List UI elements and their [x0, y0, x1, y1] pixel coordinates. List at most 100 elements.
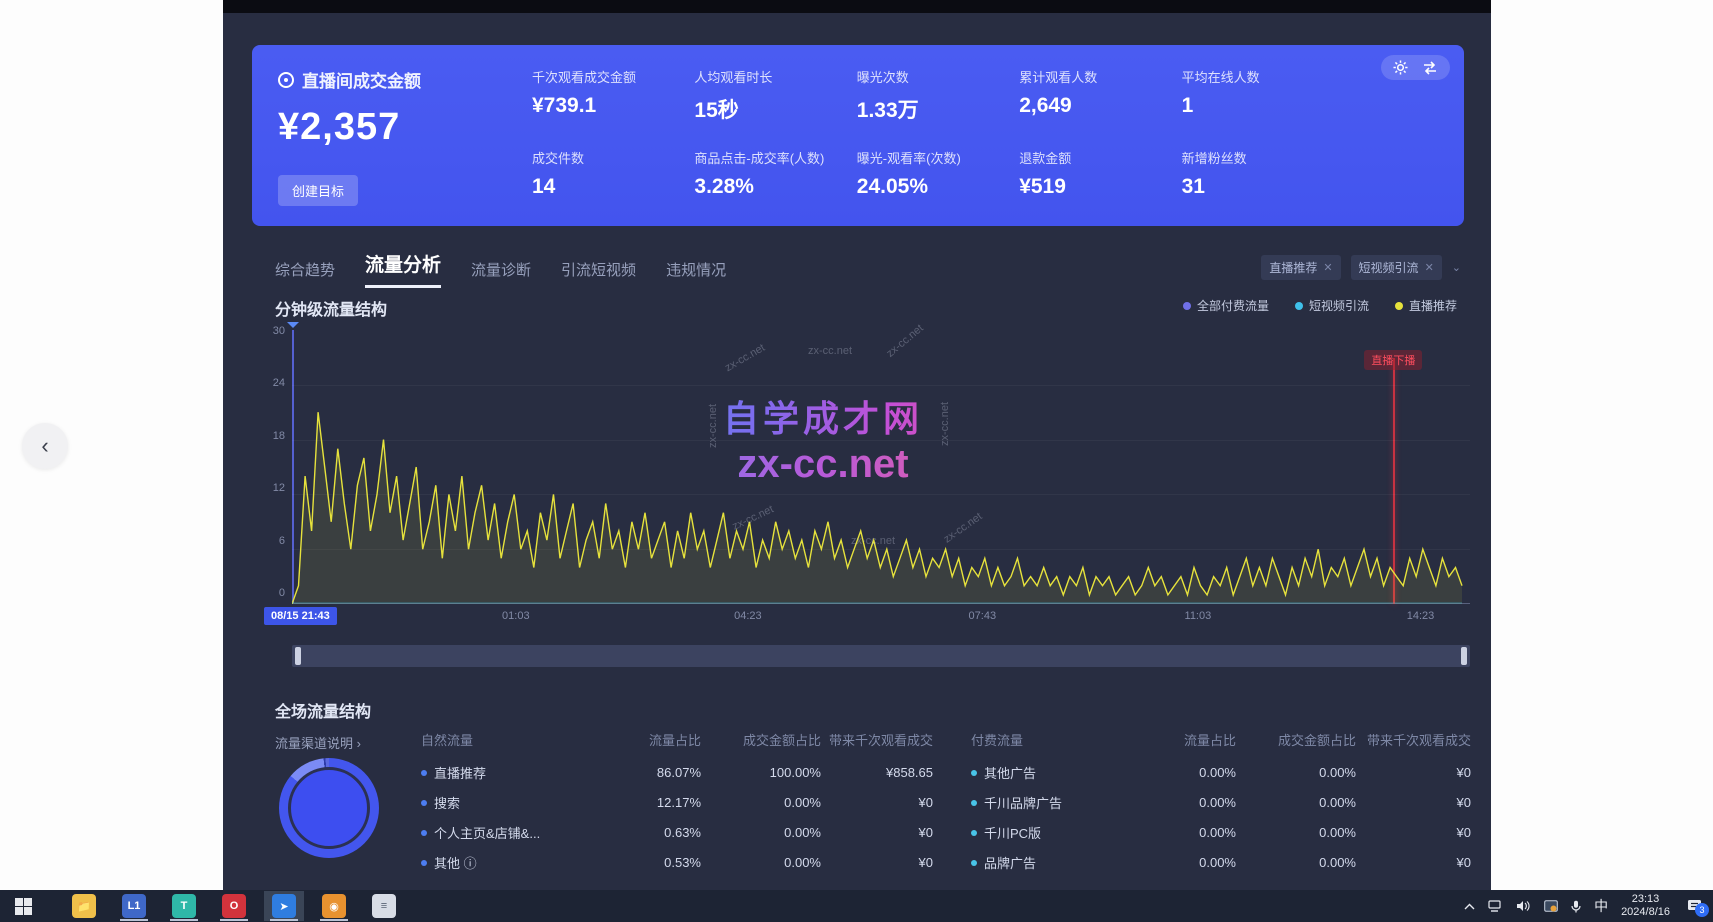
- channel-name-cell: 千川品牌广告: [971, 793, 1131, 812]
- gmv-share-cell: 0.00%: [1236, 795, 1356, 810]
- app-orange-taskbar-icon[interactable]: ◉: [314, 891, 354, 921]
- gpm-cell: ¥0: [1356, 855, 1471, 870]
- table-row: 直播推荐86.07%100.00%¥858.65: [421, 763, 933, 782]
- gear-icon[interactable]: [1393, 60, 1408, 75]
- app-pointer-glyph: ➤: [272, 894, 296, 918]
- metric-value: 31: [1182, 175, 1344, 199]
- y-tick-label: 12: [261, 482, 285, 494]
- start-button[interactable]: [0, 890, 46, 922]
- datazoom-slider[interactable]: [292, 645, 1470, 667]
- gmv-share-cell: 100.00%: [701, 765, 821, 780]
- clock[interactable]: 23:13 2024/8/16: [1621, 893, 1670, 919]
- ime-indicator[interactable]: 中: [1594, 896, 1608, 916]
- slider-handle-right[interactable]: [1461, 647, 1467, 665]
- tab-流量诊断[interactable]: 流量诊断: [471, 259, 531, 288]
- main-metric-label: 直播间成交金额: [302, 67, 421, 92]
- tab-引流短视频[interactable]: 引流短视频: [561, 259, 636, 288]
- metric-value: ¥739.1: [532, 94, 694, 118]
- remove-tag-icon[interactable]: ✕: [1323, 261, 1332, 274]
- main-metric-value: ¥2,357: [278, 106, 421, 149]
- channel-explain-link[interactable]: 流量渠道说明 ›: [275, 733, 361, 752]
- notification-center-icon[interactable]: 3: [1687, 899, 1703, 913]
- network-icon[interactable]: [1488, 900, 1503, 912]
- structure-section-title: 全场流量结构: [275, 698, 371, 722]
- analysis-tabs: 综合趋势 流量分析 流量诊断 引流短视频 违规情况: [275, 250, 726, 288]
- metric-value: 1.33万: [857, 94, 1019, 124]
- legend-item[interactable]: 全部付费流量: [1183, 297, 1269, 314]
- app-red-taskbar-icon[interactable]: O: [214, 891, 254, 921]
- metric-label: 曝光次数: [857, 67, 1019, 86]
- channel-name: 搜索: [434, 793, 460, 812]
- paid-traffic-table: 付费流量流量占比成交金额占比带来千次观看成交其他广告0.00%0.00%¥0千川…: [971, 730, 1471, 916]
- filter-chevron-down-icon[interactable]: ⌄: [1452, 261, 1461, 274]
- channel-dot-icon: [971, 830, 977, 836]
- x-tick-label: 01:03: [502, 610, 530, 622]
- tab-流量分析[interactable]: 流量分析: [365, 250, 441, 288]
- target-icon: [278, 72, 294, 88]
- stats-card: 直播间成交金额 ¥2,357 创建目标 千次观看成交金额 ¥739.1人均观看时长…: [252, 45, 1464, 226]
- natural-traffic-table: 自然流量流量占比成交金额占比带来千次观看成交直播推荐86.07%100.00%¥…: [421, 730, 933, 916]
- x-axis-start-label: 08/15 21:43: [264, 607, 337, 625]
- channel-name-cell: 搜索: [421, 793, 591, 812]
- gmv-share-cell: 0.00%: [1236, 765, 1356, 780]
- gmv-share-cell: 0.00%: [701, 795, 821, 810]
- gmv-share-cell: 0.00%: [701, 825, 821, 840]
- y-axis-labels: 3024181260: [261, 330, 285, 604]
- metric-value: 14: [532, 175, 694, 199]
- metric-label: 平均在线人数: [1182, 67, 1344, 86]
- media-app-tray-icon[interactable]: [1544, 900, 1558, 912]
- windows-logo-icon: [15, 898, 32, 915]
- filter-tag-label: 短视频引流: [1359, 259, 1419, 276]
- filter-tag[interactable]: 直播推荐✕: [1261, 255, 1340, 280]
- traffic-line-svg: [292, 330, 1470, 604]
- traffic-line-chart[interactable]: 直播下播: [292, 330, 1470, 604]
- channel-name-cell: 个人主页&店铺&...: [421, 823, 591, 842]
- tab-综合趋势[interactable]: 综合趋势: [275, 259, 335, 288]
- slider-handle-left[interactable]: [295, 647, 301, 665]
- app-pointer-taskbar-icon[interactable]: ➤: [264, 891, 304, 921]
- traffic-share-cell: 0.63%: [591, 825, 701, 840]
- channel-name-cell: 品牌广告: [971, 853, 1131, 872]
- legend-dot-icon: [1295, 302, 1303, 310]
- chart-title: 分钟级流量结构: [275, 296, 387, 320]
- video-top-bar: [223, 0, 1491, 13]
- remove-tag-icon[interactable]: ✕: [1425, 261, 1434, 274]
- channel-name: 千川PC版: [984, 823, 1041, 842]
- create-goal-button[interactable]: 创建目标: [278, 175, 358, 206]
- filter-tag[interactable]: 短视频引流 ✕: [1351, 255, 1442, 280]
- channel-name-cell: 其他广告: [971, 763, 1131, 782]
- app-t-taskbar-icon[interactable]: T: [164, 891, 204, 921]
- app-notepad-taskbar-icon[interactable]: ≡: [364, 891, 404, 921]
- tray-chevron-up-icon[interactable]: [1464, 903, 1475, 910]
- metric-cell: 商品点击-成交率(人数)3.28%: [694, 148, 856, 199]
- legend-item[interactable]: 短视频引流: [1295, 297, 1369, 314]
- swap-icon[interactable]: [1422, 61, 1438, 75]
- table-row: 千川PC版0.00%0.00%¥0: [971, 823, 1471, 842]
- tab-违规情况[interactable]: 违规情况: [666, 259, 726, 288]
- microphone-icon[interactable]: [1571, 900, 1581, 913]
- app-explorer-taskbar-icon[interactable]: 📁: [64, 891, 104, 921]
- column-header: 带来千次观看成交: [1356, 730, 1471, 749]
- gpm-cell: ¥0: [1356, 825, 1471, 840]
- app-l1-taskbar-icon[interactable]: L1: [114, 891, 154, 921]
- column-header: 自然流量: [421, 730, 591, 749]
- legend-label: 直播推荐: [1409, 297, 1457, 314]
- channel-dot-icon: [971, 860, 977, 866]
- clock-time: 23:13: [1621, 893, 1670, 906]
- traffic-donut-chart[interactable]: [279, 758, 379, 858]
- legend-label: 全部付费流量: [1197, 297, 1269, 314]
- carousel-back-button[interactable]: ‹: [22, 423, 68, 469]
- y-tick-label: 18: [261, 430, 285, 442]
- metric-label: 人均观看时长: [694, 67, 856, 86]
- y-tick-label: 6: [261, 535, 285, 547]
- desktop-screen: ‹ 直播间成交金额 ¥2,357 创建目标 千次观看成交金额 ¥739.1人均观看…: [0, 0, 1713, 922]
- speaker-icon[interactable]: [1516, 900, 1531, 912]
- metric-cell: 人均观看时长15秒: [694, 67, 856, 124]
- table-row: 千川品牌广告0.00%0.00%¥0: [971, 793, 1471, 812]
- donut-ring: [279, 758, 379, 858]
- metric-label: 千次观看成交金额: [532, 67, 694, 86]
- channel-dot-icon: [421, 770, 427, 776]
- x-tick-label: 14:23: [1407, 610, 1435, 622]
- table-row: 其他广告0.00%0.00%¥0: [971, 763, 1471, 782]
- legend-item[interactable]: 直播推荐: [1395, 297, 1457, 314]
